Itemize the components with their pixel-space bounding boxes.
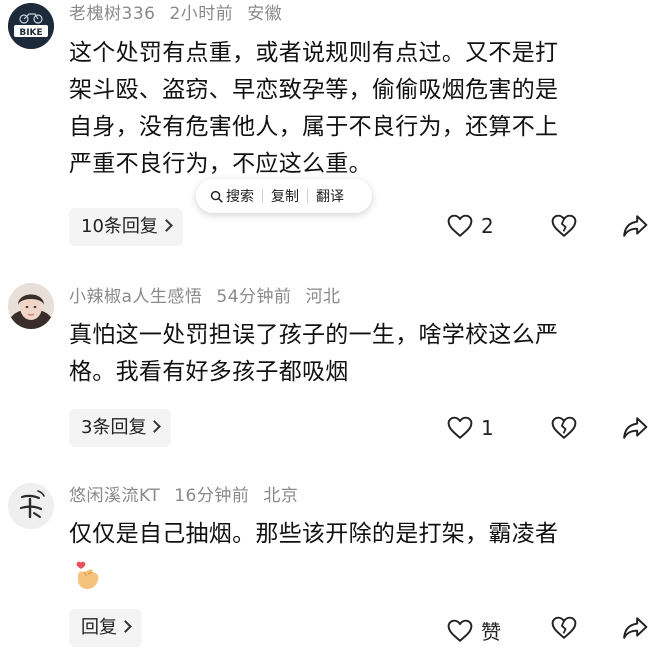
- like-button[interactable]: 赞: [447, 616, 501, 645]
- broken-heart-icon: [551, 214, 577, 237]
- location: 河北: [305, 287, 341, 307]
- avatar[interactable]: BIKE: [8, 3, 54, 49]
- bike-logo-icon: BIKE: [8, 3, 54, 49]
- popup-divider: [262, 189, 263, 203]
- comment-text[interactable]: 仅仅是自己抽烟。那些该开除的是打架，霸凌者: [69, 516, 654, 553]
- username[interactable]: 小辣椒a人生感悟: [69, 287, 202, 307]
- timestamp: 16分钟前: [174, 486, 250, 506]
- view-replies-button[interactable]: 10条回复: [69, 208, 183, 246]
- like-button[interactable]: 2: [447, 214, 494, 238]
- share-button[interactable]: [622, 416, 648, 440]
- finger-heart-emoji: [76, 561, 99, 589]
- like-count: 1: [481, 416, 494, 440]
- popup-search-button[interactable]: 搜索: [210, 186, 254, 206]
- avatar-logo-text: BIKE: [19, 28, 42, 38]
- popup-translate-label: 翻译: [316, 189, 344, 205]
- username[interactable]: 老槐树336: [69, 4, 155, 24]
- user-photo-icon: [8, 283, 54, 329]
- view-replies-button[interactable]: 3条回复: [69, 409, 172, 447]
- comment-meta: 小辣椒a人生感悟 54分钟前 河北: [69, 285, 355, 309]
- popup-copy-button[interactable]: 复制: [271, 186, 299, 206]
- comment-text[interactable]: 真怕这一处罚担误了孩子的一生，啥学校这么严 格。我看有好多孩子都吸烟: [69, 317, 654, 391]
- location: 北京: [263, 486, 299, 506]
- comment-text[interactable]: 这个处罚有点重，或者说规则有点过。又不是打 架斗殴、盗窃、早恋致孕等，偷偷吸烟危…: [69, 35, 654, 183]
- reply-label: 回复: [81, 617, 117, 638]
- share-icon: [623, 215, 648, 237]
- chevron-right-icon: [119, 620, 132, 633]
- like-button[interactable]: 1: [447, 416, 494, 440]
- location: 安徽: [247, 4, 283, 24]
- popup-divider: [307, 189, 308, 203]
- popup-translate-button[interactable]: 翻译: [316, 186, 344, 206]
- share-button[interactable]: [622, 616, 648, 640]
- reply-label: 10条回复: [81, 216, 158, 237]
- dislike-button[interactable]: [551, 416, 577, 440]
- reply-label: 3条回复: [81, 417, 147, 438]
- avatar[interactable]: [8, 283, 54, 329]
- search-icon: [210, 190, 223, 203]
- broken-heart-icon: [551, 616, 577, 639]
- share-icon: [623, 617, 648, 639]
- share-button[interactable]: [622, 214, 648, 238]
- chevron-right-icon: [160, 219, 173, 232]
- chevron-right-icon: [148, 420, 162, 433]
- avatar[interactable]: [8, 483, 54, 529]
- popup-search-label: 搜索: [226, 189, 254, 205]
- heart-icon: [447, 416, 473, 439]
- dislike-button[interactable]: [551, 616, 577, 640]
- username[interactable]: 悠闲溪流KT: [69, 486, 160, 506]
- timestamp: 2小时前: [169, 4, 234, 24]
- calligraphy-avatar-icon: [8, 483, 54, 529]
- heart-icon: [447, 619, 473, 642]
- heart-icon: [447, 214, 473, 237]
- text-action-popup: 搜索 复制 翻译: [196, 179, 372, 213]
- like-label: 赞: [481, 620, 501, 644]
- broken-heart-icon: [551, 416, 577, 439]
- dislike-button[interactable]: [551, 214, 577, 238]
- comment-meta: 悠闲溪流KT 16分钟前 北京: [69, 484, 312, 508]
- like-count: 2: [481, 214, 494, 238]
- reply-button[interactable]: 回复: [69, 609, 142, 647]
- popup-copy-label: 复制: [271, 189, 299, 205]
- comment-meta: 老槐树336 2小时前 安徽: [69, 2, 296, 26]
- timestamp: 54分钟前: [216, 287, 292, 307]
- share-icon: [623, 417, 648, 439]
